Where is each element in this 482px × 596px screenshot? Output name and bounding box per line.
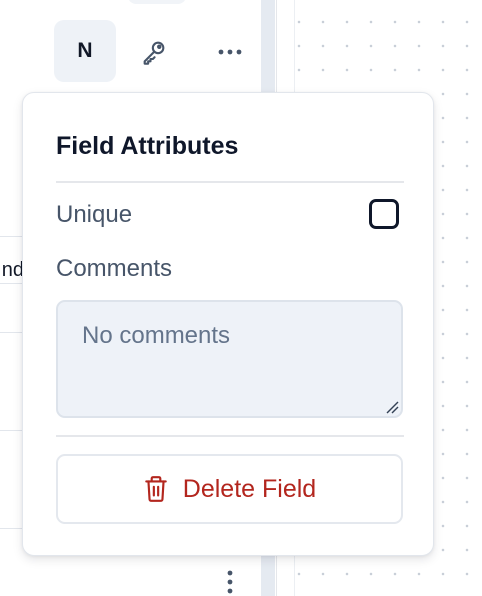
delete-field-button[interactable]: Delete Field <box>56 454 403 524</box>
title-divider <box>56 181 404 183</box>
unique-checkbox[interactable] <box>369 199 399 229</box>
field-editor-view: nd N Field Attributes Unique Comments No… <box>0 0 482 596</box>
popover-title: Field Attributes <box>56 132 239 160</box>
truncated-row-text: nd <box>1 259 24 281</box>
nullable-toggle-button[interactable]: N <box>54 20 116 82</box>
field-attributes-popover: Field Attributes Unique Comments Delete … <box>22 92 434 556</box>
resize-grip-icon[interactable] <box>385 400 399 414</box>
nullable-label: N <box>77 39 93 62</box>
primary-key-button[interactable] <box>130 28 178 76</box>
row-more-button[interactable] <box>214 566 246 596</box>
ellipsis-vertical-icon <box>227 570 233 594</box>
unique-label: Unique <box>56 201 133 228</box>
more-options-button[interactable] <box>206 28 254 76</box>
trash-icon <box>145 476 167 502</box>
comments-textarea[interactable] <box>56 300 403 418</box>
delete-divider <box>56 435 404 437</box>
delete-field-label: Delete Field <box>182 475 317 503</box>
key-icon <box>143 41 165 65</box>
ellipsis-horizontal-icon <box>218 49 242 55</box>
top-tag <box>128 0 186 4</box>
comments-label: Comments <box>56 255 173 282</box>
